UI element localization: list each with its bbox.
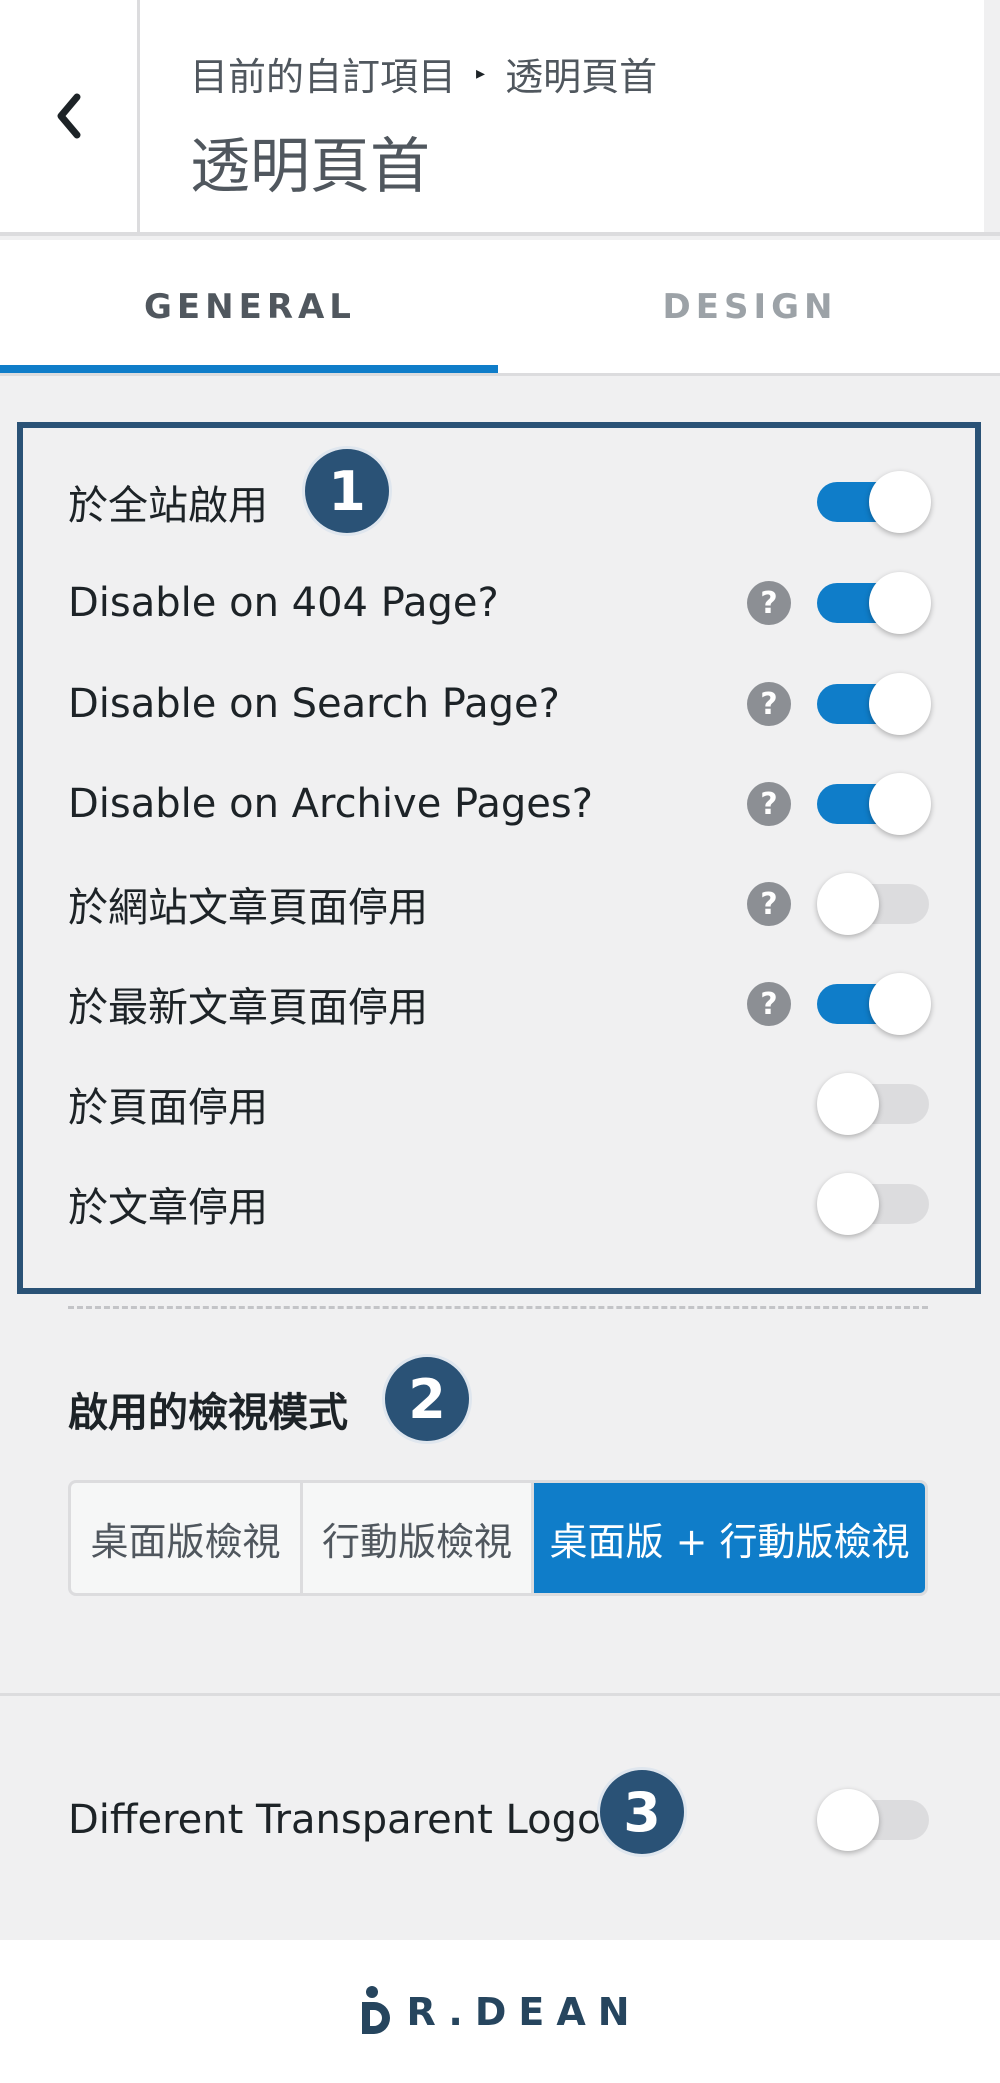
setting-row-enable-sitewide: 於全站啟用 [68, 462, 931, 542]
back-button[interactable] [0, 0, 140, 232]
help-icon[interactable]: ? [747, 782, 791, 826]
toggle-switch[interactable] [817, 1173, 929, 1235]
help-icon[interactable]: ? [747, 982, 791, 1026]
view-mode-option-mobile[interactable]: 行動版檢視 [303, 1483, 534, 1593]
header-edge [984, 0, 1000, 232]
annotation-badge: 1 [302, 446, 392, 536]
logo-text: R.DEAN [406, 1989, 642, 2034]
help-icon[interactable]: ? [747, 581, 791, 625]
breadcrumb-separator-icon: ▸ [476, 63, 486, 84]
tab-design[interactable]: DESIGN [500, 240, 1000, 373]
page-title: 透明頁首 [190, 132, 430, 202]
help-icon[interactable]: ? [747, 882, 791, 926]
view-mode-title: 啟用的檢視模式 [68, 1390, 348, 1436]
setting-row-disable-404: Disable on 404 Page? ? [68, 563, 931, 643]
setting-label: Disable on Search Page? [68, 681, 560, 727]
toggle-switch[interactable] [817, 973, 931, 1035]
toggle-switch[interactable] [817, 471, 931, 533]
customizer-header: 目前的自訂項目 ▸ 透明頁首 透明頁首 [0, 0, 1000, 236]
breadcrumb: 目前的自訂項目 ▸ 透明頁首 [190, 46, 657, 101]
toggle-switch[interactable] [817, 572, 931, 634]
logo-d-mark-icon [362, 1985, 391, 2034]
toggle-switch[interactable] [817, 1789, 929, 1851]
toggle-switch[interactable] [817, 873, 929, 935]
help-icon[interactable]: ? [747, 682, 791, 726]
setting-row-disable-archive: Disable on Archive Pages? ? [68, 764, 931, 844]
section-divider [0, 1693, 1000, 1696]
annotation-badge: 2 [382, 1354, 472, 1444]
setting-label: Disable on Archive Pages? [68, 781, 593, 827]
setting-label: Different Transparent Logo [68, 1797, 602, 1843]
setting-label: 於全站啟用 [68, 483, 268, 529]
breadcrumb-current: 透明頁首 [505, 55, 658, 99]
tab-bar: GENERAL DESIGN [0, 240, 1000, 376]
brand-logo: R.DEAN [358, 1984, 641, 2040]
tab-general[interactable]: GENERAL [0, 240, 500, 373]
chevron-left-icon [57, 93, 80, 139]
view-mode-option-both[interactable]: 桌面版 + 行動版檢視 [534, 1483, 925, 1593]
toggle-switch[interactable] [817, 1073, 929, 1135]
view-mode-option-desktop[interactable]: 桌面版檢視 [71, 1483, 303, 1593]
setting-row-different-logo: Different Transparent Logo [68, 1780, 929, 1860]
setting-row-disable-blog-posts: 於網站文章頁面停用 ? [68, 864, 929, 944]
setting-label: 於頁面停用 [68, 1085, 268, 1131]
section-divider [68, 1306, 928, 1309]
toggle-switch[interactable] [817, 773, 931, 835]
footer: R.DEAN [0, 1940, 1000, 2083]
setting-label: Disable on 404 Page? [68, 580, 499, 626]
setting-row-disable-search: Disable on Search Page? ? [68, 664, 931, 744]
setting-label: 於最新文章頁面停用 [68, 985, 428, 1031]
setting-label: 於網站文章頁面停用 [68, 885, 428, 931]
setting-row-disable-posts: 於文章停用 [68, 1164, 929, 1244]
view-mode-selector: 桌面版檢視 行動版檢視 桌面版 + 行動版檢視 [68, 1480, 928, 1596]
annotation-badge: 3 [597, 1767, 687, 1857]
breadcrumb-parent: 目前的自訂項目 [190, 55, 457, 99]
setting-row-disable-latest-posts: 於最新文章頁面停用 ? [68, 964, 931, 1044]
setting-label: 於文章停用 [68, 1185, 268, 1231]
setting-row-disable-pages: 於頁面停用 [68, 1064, 929, 1144]
toggle-switch[interactable] [817, 673, 931, 735]
